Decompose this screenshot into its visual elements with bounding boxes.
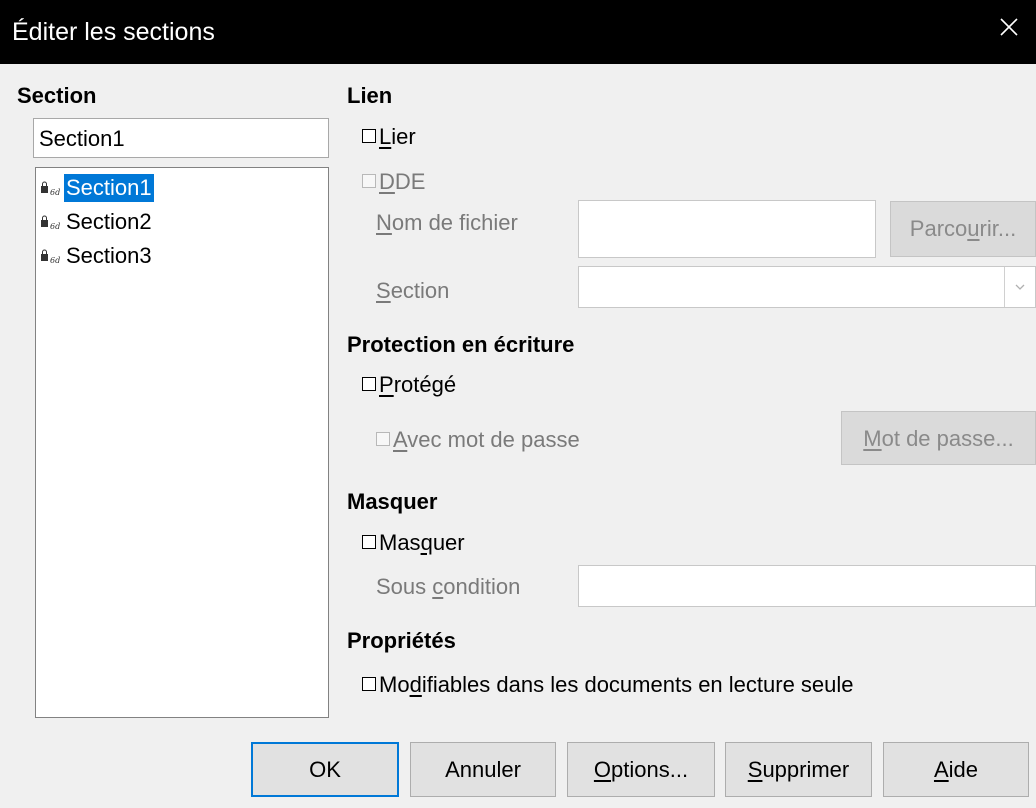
protected-checkbox[interactable]: Protégé bbox=[362, 372, 456, 398]
with-password-checkbox-box[interactable] bbox=[376, 432, 390, 447]
lock-link-icon: 6d bbox=[41, 181, 60, 197]
dde-checkbox-box[interactable] bbox=[362, 174, 376, 189]
properties-header: Propriétés bbox=[347, 628, 456, 653]
link-header: Lien bbox=[347, 83, 393, 108]
section-label: Section bbox=[376, 278, 450, 303]
tree-item-label: Section2 bbox=[66, 209, 152, 234]
dde-checkbox[interactable]: DDE bbox=[362, 169, 425, 195]
close-icon[interactable] bbox=[996, 14, 1022, 40]
filename-label: Nom de fichier bbox=[376, 210, 518, 235]
svg-text:6d: 6d bbox=[50, 222, 60, 231]
condition-input[interactable] bbox=[578, 565, 1036, 607]
section-header: Section bbox=[17, 83, 97, 108]
hide-checkbox-box[interactable] bbox=[362, 535, 376, 550]
link-checkbox-box[interactable] bbox=[362, 129, 376, 144]
dialog-title: Éditer les sections bbox=[12, 18, 215, 46]
protected-checkbox-box[interactable] bbox=[362, 377, 376, 392]
with-password-checkbox[interactable]: Avec mot de passe bbox=[376, 427, 580, 453]
editable-readonly-checkbox[interactable]: Modifiables dans les documents en lectur… bbox=[362, 672, 854, 698]
section-dropdown[interactable] bbox=[578, 266, 1036, 308]
section-name-value: Section1 bbox=[39, 126, 125, 151]
svg-text:6d: 6d bbox=[50, 256, 60, 265]
cancel-button[interactable]: Annuler bbox=[410, 742, 556, 797]
lock-link-icon: 6d bbox=[41, 215, 60, 231]
password-button[interactable]: Mot de passe... bbox=[841, 411, 1036, 465]
tree-item-label: Section1 bbox=[64, 174, 154, 202]
chevron-down-icon bbox=[1015, 284, 1025, 290]
filename-input[interactable] bbox=[578, 200, 876, 258]
options-button[interactable]: Options... bbox=[567, 742, 715, 797]
svg-text:6d: 6d bbox=[50, 188, 60, 197]
section-tree[interactable]: 6d Section1 6d Section2 6d Section3 bbox=[35, 167, 329, 718]
ok-button[interactable]: OK bbox=[251, 742, 399, 797]
tree-item-label: Section3 bbox=[66, 243, 152, 268]
hide-header: Masquer bbox=[347, 489, 438, 514]
browse-button[interactable]: Parcourir... bbox=[890, 201, 1036, 257]
link-checkbox[interactable]: Lier bbox=[362, 124, 416, 150]
dropdown-arrow[interactable] bbox=[1004, 267, 1035, 307]
title-bar: Éditer les sections bbox=[0, 0, 1036, 64]
editable-readonly-checkbox-box[interactable] bbox=[362, 677, 376, 692]
hide-checkbox[interactable]: Masquer bbox=[362, 530, 465, 556]
delete-button[interactable]: Supprimer bbox=[725, 742, 872, 797]
lock-link-icon: 6d bbox=[41, 249, 60, 265]
protection-header: Protection en écriture bbox=[347, 332, 575, 357]
section-name-input[interactable]: Section1 bbox=[33, 118, 329, 158]
help-button[interactable]: Aide bbox=[883, 742, 1029, 797]
condition-label: Sous condition bbox=[376, 574, 521, 599]
